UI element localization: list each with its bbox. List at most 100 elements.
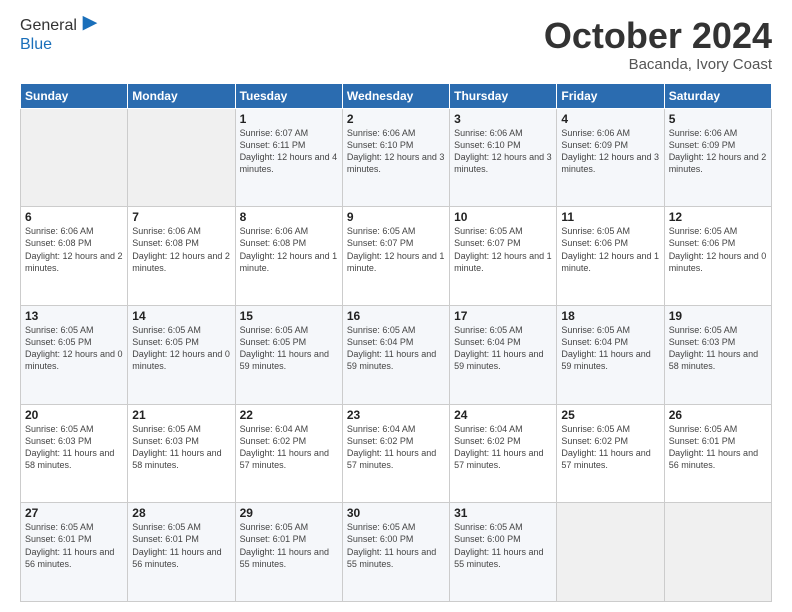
logo-general: General — [20, 17, 77, 35]
day-info: Sunrise: 6:05 AM Sunset: 6:00 PM Dayligh… — [347, 521, 445, 570]
week-row: 20Sunrise: 6:05 AM Sunset: 6:03 PM Dayli… — [21, 404, 772, 503]
day-info: Sunrise: 6:06 AM Sunset: 6:10 PM Dayligh… — [454, 127, 552, 176]
day-number: 22 — [240, 408, 338, 422]
day-info: Sunrise: 6:06 AM Sunset: 6:08 PM Dayligh… — [240, 225, 338, 274]
day-number: 24 — [454, 408, 552, 422]
calendar-page: General Blue October 2024 Bacanda, Ivory… — [0, 0, 792, 612]
day-info: Sunrise: 6:05 AM Sunset: 6:03 PM Dayligh… — [25, 423, 123, 472]
week-row: 27Sunrise: 6:05 AM Sunset: 6:01 PM Dayli… — [21, 503, 772, 602]
day-cell: 25Sunrise: 6:05 AM Sunset: 6:02 PM Dayli… — [557, 404, 664, 503]
day-info: Sunrise: 6:05 AM Sunset: 6:03 PM Dayligh… — [132, 423, 230, 472]
day-info: Sunrise: 6:06 AM Sunset: 6:08 PM Dayligh… — [25, 225, 123, 274]
location: Bacanda, Ivory Coast — [544, 56, 772, 73]
day-cell: 12Sunrise: 6:05 AM Sunset: 6:06 PM Dayli… — [664, 207, 771, 306]
day-info: Sunrise: 6:05 AM Sunset: 6:00 PM Dayligh… — [454, 521, 552, 570]
day-number: 28 — [132, 506, 230, 520]
day-cell — [128, 108, 235, 207]
day-cell: 24Sunrise: 6:04 AM Sunset: 6:02 PM Dayli… — [450, 404, 557, 503]
day-cell: 31Sunrise: 6:05 AM Sunset: 6:00 PM Dayli… — [450, 503, 557, 602]
day-info: Sunrise: 6:05 AM Sunset: 6:07 PM Dayligh… — [347, 225, 445, 274]
logo-blue: Blue — [20, 36, 101, 54]
day-info: Sunrise: 6:05 AM Sunset: 6:04 PM Dayligh… — [454, 324, 552, 373]
day-cell: 6Sunrise: 6:06 AM Sunset: 6:08 PM Daylig… — [21, 207, 128, 306]
weekday-thursday: Thursday — [450, 83, 557, 108]
weekday-wednesday: Wednesday — [342, 83, 449, 108]
day-number: 26 — [669, 408, 767, 422]
day-cell: 14Sunrise: 6:05 AM Sunset: 6:05 PM Dayli… — [128, 305, 235, 404]
day-number: 11 — [561, 210, 659, 224]
day-info: Sunrise: 6:06 AM Sunset: 6:09 PM Dayligh… — [561, 127, 659, 176]
day-number: 31 — [454, 506, 552, 520]
day-number: 17 — [454, 309, 552, 323]
day-cell: 10Sunrise: 6:05 AM Sunset: 6:07 PM Dayli… — [450, 207, 557, 306]
day-info: Sunrise: 6:05 AM Sunset: 6:05 PM Dayligh… — [240, 324, 338, 373]
day-number: 3 — [454, 112, 552, 126]
day-cell: 19Sunrise: 6:05 AM Sunset: 6:03 PM Dayli… — [664, 305, 771, 404]
day-cell: 8Sunrise: 6:06 AM Sunset: 6:08 PM Daylig… — [235, 207, 342, 306]
header: General Blue October 2024 Bacanda, Ivory… — [20, 16, 772, 73]
weekday-saturday: Saturday — [664, 83, 771, 108]
day-number: 2 — [347, 112, 445, 126]
day-cell: 1Sunrise: 6:07 AM Sunset: 6:11 PM Daylig… — [235, 108, 342, 207]
day-number: 7 — [132, 210, 230, 224]
day-cell — [664, 503, 771, 602]
day-number: 9 — [347, 210, 445, 224]
day-info: Sunrise: 6:05 AM Sunset: 6:04 PM Dayligh… — [561, 324, 659, 373]
day-number: 4 — [561, 112, 659, 126]
day-cell: 7Sunrise: 6:06 AM Sunset: 6:08 PM Daylig… — [128, 207, 235, 306]
weekday-tuesday: Tuesday — [235, 83, 342, 108]
week-row: 1Sunrise: 6:07 AM Sunset: 6:11 PM Daylig… — [21, 108, 772, 207]
day-info: Sunrise: 6:05 AM Sunset: 6:01 PM Dayligh… — [669, 423, 767, 472]
day-number: 14 — [132, 309, 230, 323]
day-cell: 16Sunrise: 6:05 AM Sunset: 6:04 PM Dayli… — [342, 305, 449, 404]
day-cell: 26Sunrise: 6:05 AM Sunset: 6:01 PM Dayli… — [664, 404, 771, 503]
day-cell: 27Sunrise: 6:05 AM Sunset: 6:01 PM Dayli… — [21, 503, 128, 602]
day-cell: 22Sunrise: 6:04 AM Sunset: 6:02 PM Dayli… — [235, 404, 342, 503]
day-cell: 29Sunrise: 6:05 AM Sunset: 6:01 PM Dayli… — [235, 503, 342, 602]
day-info: Sunrise: 6:04 AM Sunset: 6:02 PM Dayligh… — [347, 423, 445, 472]
day-cell — [557, 503, 664, 602]
day-info: Sunrise: 6:05 AM Sunset: 6:07 PM Dayligh… — [454, 225, 552, 274]
day-number: 13 — [25, 309, 123, 323]
weekday-monday: Monday — [128, 83, 235, 108]
day-info: Sunrise: 6:04 AM Sunset: 6:02 PM Dayligh… — [454, 423, 552, 472]
day-number: 29 — [240, 506, 338, 520]
day-number: 8 — [240, 210, 338, 224]
day-number: 19 — [669, 309, 767, 323]
day-cell: 23Sunrise: 6:04 AM Sunset: 6:02 PM Dayli… — [342, 404, 449, 503]
day-number: 1 — [240, 112, 338, 126]
weekday-friday: Friday — [557, 83, 664, 108]
day-info: Sunrise: 6:05 AM Sunset: 6:06 PM Dayligh… — [561, 225, 659, 274]
day-cell: 18Sunrise: 6:05 AM Sunset: 6:04 PM Dayli… — [557, 305, 664, 404]
day-number: 27 — [25, 506, 123, 520]
day-info: Sunrise: 6:05 AM Sunset: 6:01 PM Dayligh… — [132, 521, 230, 570]
day-number: 6 — [25, 210, 123, 224]
day-number: 10 — [454, 210, 552, 224]
day-info: Sunrise: 6:05 AM Sunset: 6:02 PM Dayligh… — [561, 423, 659, 472]
day-info: Sunrise: 6:05 AM Sunset: 6:03 PM Dayligh… — [669, 324, 767, 373]
day-cell: 20Sunrise: 6:05 AM Sunset: 6:03 PM Dayli… — [21, 404, 128, 503]
weekday-header-row: SundayMondayTuesdayWednesdayThursdayFrid… — [21, 83, 772, 108]
day-info: Sunrise: 6:05 AM Sunset: 6:01 PM Dayligh… — [240, 521, 338, 570]
day-info: Sunrise: 6:05 AM Sunset: 6:01 PM Dayligh… — [25, 521, 123, 570]
day-cell: 11Sunrise: 6:05 AM Sunset: 6:06 PM Dayli… — [557, 207, 664, 306]
day-info: Sunrise: 6:05 AM Sunset: 6:06 PM Dayligh… — [669, 225, 767, 274]
day-info: Sunrise: 6:05 AM Sunset: 6:05 PM Dayligh… — [25, 324, 123, 373]
weekday-sunday: Sunday — [21, 83, 128, 108]
calendar-body: 1Sunrise: 6:07 AM Sunset: 6:11 PM Daylig… — [21, 108, 772, 601]
day-cell: 2Sunrise: 6:06 AM Sunset: 6:10 PM Daylig… — [342, 108, 449, 207]
day-cell: 9Sunrise: 6:05 AM Sunset: 6:07 PM Daylig… — [342, 207, 449, 306]
day-info: Sunrise: 6:05 AM Sunset: 6:05 PM Dayligh… — [132, 324, 230, 373]
day-cell: 3Sunrise: 6:06 AM Sunset: 6:10 PM Daylig… — [450, 108, 557, 207]
day-cell: 4Sunrise: 6:06 AM Sunset: 6:09 PM Daylig… — [557, 108, 664, 207]
week-row: 6Sunrise: 6:06 AM Sunset: 6:08 PM Daylig… — [21, 207, 772, 306]
day-number: 18 — [561, 309, 659, 323]
week-row: 13Sunrise: 6:05 AM Sunset: 6:05 PM Dayli… — [21, 305, 772, 404]
logo-flag-icon — [79, 14, 101, 36]
day-cell: 21Sunrise: 6:05 AM Sunset: 6:03 PM Dayli… — [128, 404, 235, 503]
day-number: 30 — [347, 506, 445, 520]
day-cell: 5Sunrise: 6:06 AM Sunset: 6:09 PM Daylig… — [664, 108, 771, 207]
logo: General Blue — [20, 16, 101, 54]
day-cell: 30Sunrise: 6:05 AM Sunset: 6:00 PM Dayli… — [342, 503, 449, 602]
day-number: 5 — [669, 112, 767, 126]
